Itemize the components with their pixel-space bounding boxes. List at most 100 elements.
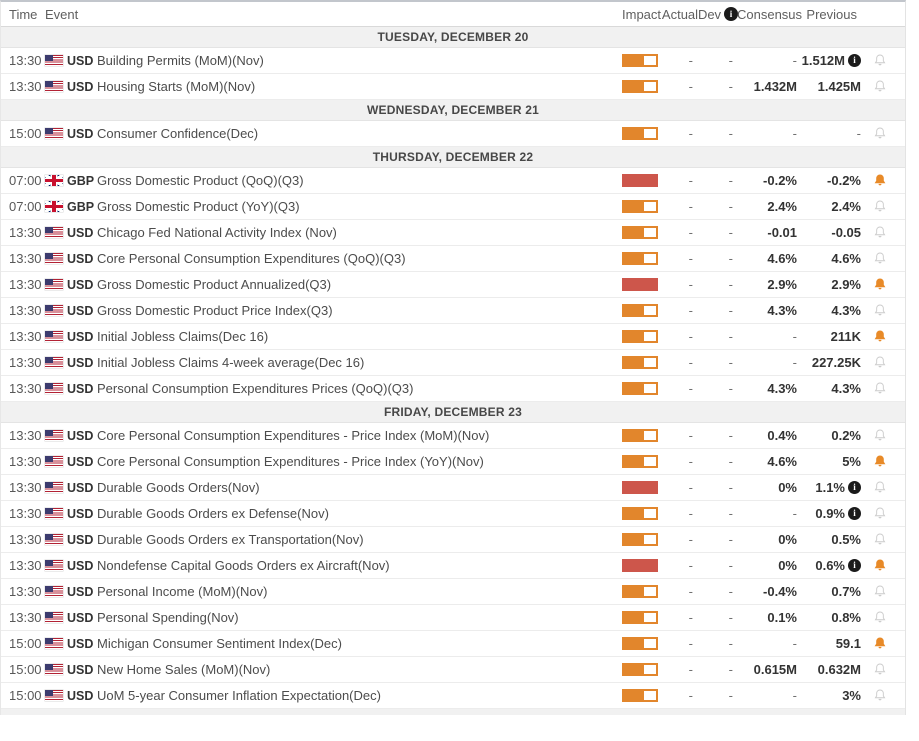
event-name[interactable]: Initial Jobless Claims(Dec 16) (97, 329, 617, 344)
event-row[interactable]: 13:30 USD Initial Jobless Claims(Dec 16)… (1, 324, 905, 350)
event-row[interactable]: 13:30 USD Core Personal Consumption Expe… (1, 449, 905, 475)
impact-indicator-icon (617, 663, 661, 676)
previous-value: 0.8% (831, 610, 861, 625)
event-name[interactable]: Nondefense Capital Goods Orders ex Aircr… (97, 558, 617, 573)
previous-value: 1.1% (815, 480, 845, 495)
event-row[interactable]: 13:30 USD Personal Consumption Expenditu… (1, 376, 905, 402)
event-time: 15:00 (9, 688, 42, 703)
alert-bell-icon[interactable] (865, 225, 895, 241)
alert-bell-icon[interactable] (865, 558, 895, 574)
event-name[interactable]: Durable Goods Orders(Nov) (97, 480, 617, 495)
info-icon[interactable]: i (848, 507, 861, 520)
alert-bell-icon[interactable] (865, 79, 895, 95)
alert-bell-icon[interactable] (865, 662, 895, 678)
alert-bell-icon[interactable] (865, 428, 895, 444)
event-row[interactable]: 15:00 USD Michigan Consumer Sentiment In… (1, 631, 905, 657)
alert-bell-icon[interactable] (865, 532, 895, 548)
alert-bell-icon[interactable] (865, 329, 895, 345)
event-name[interactable]: Initial Jobless Claims 4-week average(De… (97, 355, 617, 370)
event-row[interactable]: 13:30 USD Chicago Fed National Activity … (1, 220, 905, 246)
event-name[interactable]: Housing Starts (MoM)(Nov) (97, 79, 617, 94)
currency-flag-icon (45, 430, 67, 441)
event-row[interactable]: 13:30 USD Core Personal Consumption Expe… (1, 423, 905, 449)
alert-bell-icon[interactable] (865, 381, 895, 397)
dev-info-icon[interactable]: i (724, 7, 739, 21)
previous-value: -0.05 (831, 225, 861, 240)
event-row[interactable]: 15:00 USD UoM 5-year Consumer Inflation … (1, 683, 905, 709)
alert-bell-icon[interactable] (865, 584, 895, 600)
event-row[interactable]: 13:30 USD Housing Starts (MoM)(Nov) - - … (1, 74, 905, 100)
next-day-header-cutoff (1, 709, 905, 715)
alert-bell-icon[interactable] (865, 251, 895, 267)
info-icon[interactable]: i (848, 559, 861, 572)
previous-cell: -0.2% (799, 173, 865, 188)
event-name[interactable]: New Home Sales (MoM)(Nov) (97, 662, 617, 677)
info-icon[interactable]: i (848, 54, 861, 67)
alert-bell-icon[interactable] (865, 199, 895, 215)
previous-cell: 5% (799, 454, 865, 469)
alert-bell-icon[interactable] (865, 688, 895, 704)
event-name[interactable]: Building Permits (MoM)(Nov) (97, 53, 617, 68)
consensus-value: -0.01 (767, 225, 797, 240)
event-row[interactable]: 07:00 GBP Gross Domestic Product (QoQ)(Q… (1, 168, 905, 194)
event-name[interactable]: Core Personal Consumption Expenditures -… (97, 428, 617, 443)
deviation-value: - (728, 303, 733, 318)
event-row[interactable]: 13:30 USD Gross Domestic Product Annuali… (1, 272, 905, 298)
event-row[interactable]: 15:00 USD New Home Sales (MoM)(Nov) - - … (1, 657, 905, 683)
impact-indicator-icon (617, 637, 661, 650)
alert-bell-icon[interactable] (865, 277, 895, 293)
alert-bell-icon[interactable] (865, 636, 895, 652)
event-row[interactable]: 13:30 USD Core Personal Consumption Expe… (1, 246, 905, 272)
event-row[interactable]: 13:30 USD Durable Goods Orders(Nov) - - … (1, 475, 905, 501)
event-row[interactable]: 13:30 USD Durable Goods Orders ex Defens… (1, 501, 905, 527)
event-name[interactable]: UoM 5-year Consumer Inflation Expectatio… (97, 688, 617, 703)
column-header-previous: Previous (806, 6, 857, 22)
event-name[interactable]: Chicago Fed National Activity Index (Nov… (97, 225, 617, 240)
impact-indicator-icon (617, 127, 661, 140)
event-row[interactable]: 13:30 USD Durable Goods Orders ex Transp… (1, 527, 905, 553)
event-name[interactable]: Core Personal Consumption Expenditures (… (97, 251, 617, 266)
alert-bell-icon[interactable] (865, 303, 895, 319)
event-row[interactable]: 13:30 USD Personal Income (MoM)(Nov) - -… (1, 579, 905, 605)
event-name[interactable]: Durable Goods Orders ex Defense(Nov) (97, 506, 617, 521)
event-row[interactable]: 13:30 USD Personal Spending(Nov) - - 0.1… (1, 605, 905, 631)
event-row[interactable]: 13:30 USD Initial Jobless Claims 4-week … (1, 350, 905, 376)
event-name[interactable]: Consumer Confidence(Dec) (97, 126, 617, 141)
alert-bell-icon[interactable] (865, 454, 895, 470)
event-name[interactable]: Durable Goods Orders ex Transportation(N… (97, 532, 617, 547)
event-name[interactable]: Personal Income (MoM)(Nov) (97, 584, 617, 599)
event-name[interactable]: Gross Domestic Product (YoY)(Q3) (97, 199, 617, 214)
previous-cell: 0.9% i (799, 506, 865, 521)
alert-bell-icon[interactable] (865, 126, 895, 142)
event-name[interactable]: Personal Consumption Expenditures Prices… (97, 381, 617, 396)
alert-bell-icon[interactable] (865, 355, 895, 371)
column-header-consensus: Consensus (737, 6, 803, 22)
actual-value: - (688, 79, 693, 94)
event-row[interactable]: 15:00 USD Consumer Confidence(Dec) - - -… (1, 121, 905, 147)
previous-cell: 211K (799, 329, 865, 344)
consensus-value: 4.6% (767, 454, 797, 469)
alert-bell-icon[interactable] (865, 53, 895, 69)
actual-value: - (688, 126, 693, 141)
event-name[interactable]: Gross Domestic Product (QoQ)(Q3) (97, 173, 617, 188)
event-name[interactable]: Michigan Consumer Sentiment Index(Dec) (97, 636, 617, 651)
event-row[interactable]: 13:30 USD Gross Domestic Product Price I… (1, 298, 905, 324)
event-name[interactable]: Personal Spending(Nov) (97, 610, 617, 625)
previous-value: 4.3% (831, 303, 861, 318)
info-icon[interactable]: i (848, 481, 861, 494)
deviation-value: - (728, 480, 733, 495)
alert-bell-icon[interactable] (865, 480, 895, 496)
event-row[interactable]: 07:00 GBP Gross Domestic Product (YoY)(Q… (1, 194, 905, 220)
event-name[interactable]: Gross Domestic Product Price Index(Q3) (97, 303, 617, 318)
impact-indicator-icon (617, 455, 661, 468)
alert-bell-icon[interactable] (865, 610, 895, 626)
event-row[interactable]: 13:30 USD Building Permits (MoM)(Nov) - … (1, 48, 905, 74)
event-name[interactable]: Gross Domestic Product Annualized(Q3) (97, 277, 617, 292)
alert-bell-icon[interactable] (865, 506, 895, 522)
event-name[interactable]: Core Personal Consumption Expenditures -… (97, 454, 617, 469)
event-row[interactable]: 13:30 USD Nondefense Capital Goods Order… (1, 553, 905, 579)
alert-bell-icon[interactable] (865, 173, 895, 189)
event-time: 13:30 (9, 329, 42, 344)
event-time: 13:30 (9, 532, 42, 547)
currency-code: USD (67, 636, 94, 651)
